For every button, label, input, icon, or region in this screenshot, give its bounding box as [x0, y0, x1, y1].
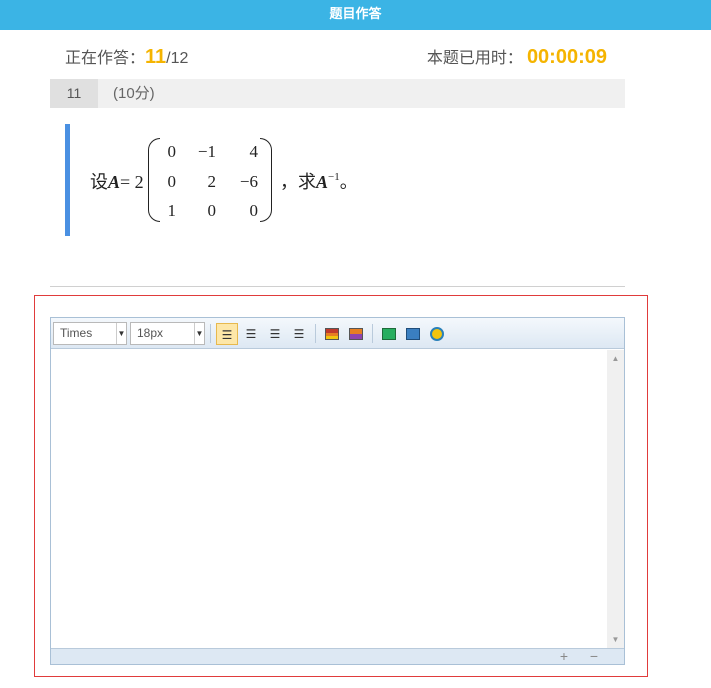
timer-value: 00:00:09: [526, 46, 607, 68]
align-justify-button[interactable]: ☰: [288, 323, 310, 345]
font-size-value: 18px: [137, 326, 164, 340]
formula-prefix: 设A= 2: [90, 168, 144, 194]
page-header: 题目作答: [0, 0, 711, 30]
align-left-icon: ☰: [221, 328, 233, 342]
section-divider: [50, 286, 625, 287]
progress-total: /12: [166, 50, 189, 67]
collapse-icon[interactable]: −: [590, 649, 598, 664]
editor-statusbar: + −: [51, 648, 624, 664]
question-header: 11 (10分): [50, 79, 625, 108]
matrix-cell: 2: [207, 172, 217, 191]
formula-suffix-text: ，求: [280, 172, 316, 192]
matrix-right-paren: [260, 138, 272, 222]
record-button[interactable]: [426, 323, 448, 345]
progress-label: 正在作答：: [65, 50, 146, 67]
insert-image-icon: [325, 328, 339, 340]
image-gallery-icon: [349, 328, 363, 340]
toolbar-separator: [315, 324, 316, 343]
formula-equals: = 2: [120, 172, 144, 192]
image-gallery-button[interactable]: [345, 323, 367, 345]
formula-var-a: A: [108, 172, 121, 192]
matrix-cell: 0: [167, 142, 177, 161]
align-center-button[interactable]: ☰: [240, 323, 262, 345]
toolbar-separator: [372, 324, 373, 343]
formula-var-a-inverse: A: [316, 172, 329, 192]
progress-current: 11: [145, 46, 167, 68]
page-title: 题目作答: [329, 6, 382, 21]
matrix-cell: −1: [197, 142, 216, 161]
chevron-down-icon[interactable]: ▼: [194, 323, 204, 344]
expand-icon[interactable]: +: [560, 649, 568, 664]
question-score: (10分): [113, 85, 155, 102]
matrix-cell: 0: [167, 172, 177, 191]
editor-scrollbar[interactable]: ▲ ▼: [607, 350, 624, 649]
align-justify-icon: ☰: [293, 327, 305, 341]
formula-end: 。: [339, 172, 358, 192]
font-family-select[interactable]: Times ▼: [53, 322, 127, 345]
scroll-down-icon[interactable]: ▼: [607, 633, 624, 647]
insert-image-button[interactable]: [321, 323, 343, 345]
question-timer: 本题已用时： 00:00:09: [427, 44, 607, 69]
align-right-button[interactable]: ☰: [264, 323, 286, 345]
question-number: 11: [50, 79, 98, 108]
matrix-cell: 0: [207, 201, 217, 220]
font-size-select[interactable]: 18px ▼: [130, 322, 205, 345]
formula-suffix: ，求A−1。: [280, 168, 358, 194]
align-left-button[interactable]: ☰: [216, 323, 238, 345]
matrix-cell: −6: [239, 172, 258, 191]
align-center-icon: ☰: [245, 327, 257, 341]
rich-text-editor: Times ▼ 18px ▼ ☰ ☰ ☰ ☰ ▲ ▼ + −: [50, 317, 625, 665]
editor-toolbar: Times ▼ 18px ▼ ☰ ☰ ☰ ☰: [51, 318, 624, 349]
toolbar-separator: [210, 324, 211, 343]
table-button[interactable]: [402, 323, 424, 345]
table-icon: [406, 328, 420, 340]
editor-content[interactable]: [51, 350, 607, 649]
matrix-cell: 1: [167, 201, 177, 220]
formula-button[interactable]: [378, 323, 400, 345]
font-family-value: Times: [60, 326, 93, 340]
record-icon: [430, 327, 444, 341]
scroll-up-icon[interactable]: ▲: [607, 352, 624, 366]
formula-icon: [382, 328, 396, 340]
formula-lead: 设: [90, 172, 108, 192]
question-accent-bar: [65, 124, 70, 236]
matrix-cell: 4: [249, 142, 259, 161]
formula-exponent: −1: [328, 171, 340, 183]
align-right-icon: ☰: [269, 327, 281, 341]
matrix-cell: 0: [249, 201, 259, 220]
timer-label: 本题已用时：: [426, 50, 523, 67]
answer-progress: 正在作答：11/12: [65, 44, 188, 69]
chevron-down-icon[interactable]: ▼: [116, 323, 126, 344]
